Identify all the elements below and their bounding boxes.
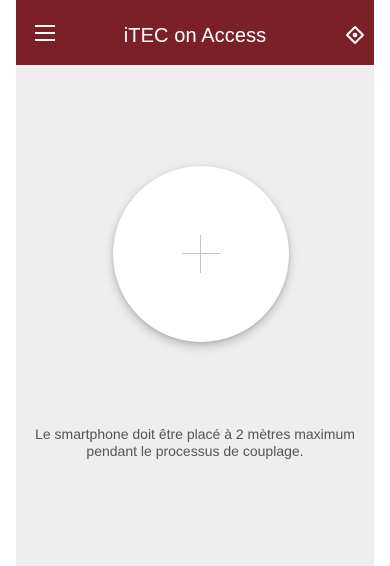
scan-target-icon-graphic [346,26,364,44]
plus-horizontal [182,253,220,254]
pairing-instruction: Le smartphone doit être placé à 2 mètres… [16,426,374,460]
app-bar: iTEC on Access [16,0,374,65]
instruction-line-1: Le smartphone doit être placé à 2 mètres… [35,426,355,442]
plus-icon [182,235,220,273]
instruction-line-2: pendant le processus de couplage. [86,443,304,459]
app-title: iTEC on Access [123,25,267,47]
app-screen: iTEC on Access Le smartphone doit être p… [16,0,374,566]
add-device-button[interactable] [113,166,289,342]
scan-target-icon[interactable] [344,24,366,46]
plus-vertical [200,235,201,273]
